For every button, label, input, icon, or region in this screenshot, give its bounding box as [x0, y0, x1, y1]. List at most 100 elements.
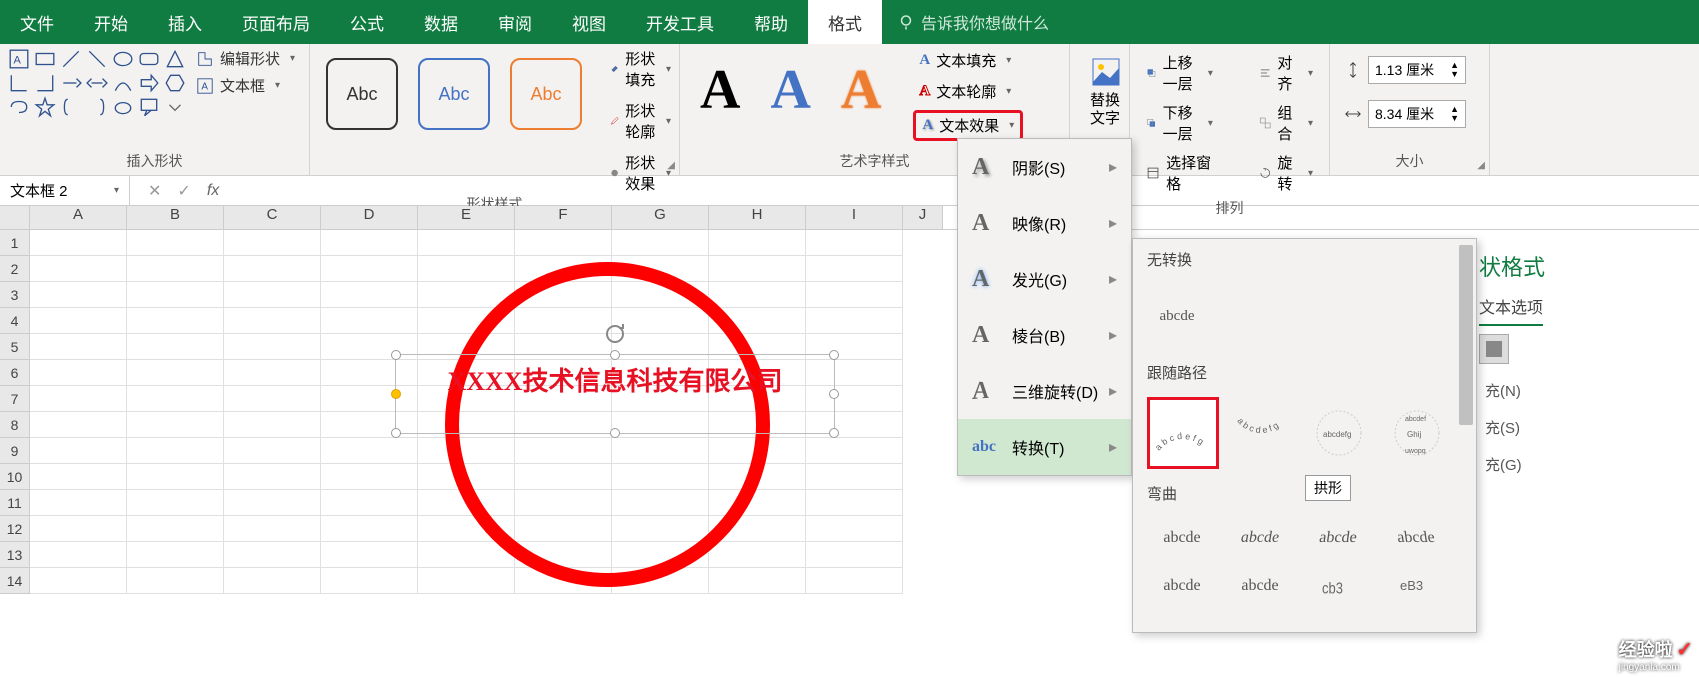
warp-item[interactable]: abcde — [1147, 518, 1217, 558]
row-header[interactable]: 13 — [0, 542, 30, 568]
shape-brace2-icon[interactable] — [86, 96, 108, 118]
shape-brace-icon[interactable] — [60, 96, 82, 118]
shape-callout-icon[interactable] — [138, 96, 160, 118]
alt-text-button[interactable]: 替换文字 — [1078, 48, 1134, 136]
shadow-menu-item[interactable]: A阴影(S) ▸ — [958, 139, 1131, 195]
text-fill-button[interactable]: A 文本填充▾ — [913, 48, 1023, 73]
tell-me-search[interactable]: 告诉我你想做什么 — [882, 0, 1064, 44]
style-thumb-2[interactable]: Abc — [418, 58, 490, 130]
col-header[interactable]: C — [224, 206, 321, 229]
gradient-fill-option[interactable]: 充(G) — [1479, 446, 1699, 483]
warp-item[interactable]: eB3 — [1381, 566, 1451, 606]
textbox-object[interactable]: XXXX技术信息科技有限公司 — [395, 354, 835, 434]
col-header[interactable]: E — [418, 206, 515, 229]
glow-menu-item[interactable]: A发光(G) ▸ — [958, 251, 1131, 307]
shape-block-arrow-icon[interactable] — [138, 72, 160, 94]
shape-fill-button[interactable]: 形状填充▾ — [610, 48, 671, 90]
shape-darrow-icon[interactable] — [86, 72, 108, 94]
rotation3d-menu-item[interactable]: A三维旋转(D) ▸ — [958, 363, 1131, 419]
row-header[interactable]: 14 — [0, 568, 30, 594]
name-box[interactable]: 文本框 2 ▾ — [0, 176, 130, 205]
path-circle-item[interactable]: abcdefg — [1303, 397, 1375, 469]
warp-item[interactable]: cb3 — [1303, 566, 1373, 606]
row-header[interactable]: 9 — [0, 438, 30, 464]
col-header[interactable]: F — [515, 206, 612, 229]
warp-item[interactable]: abcde — [1225, 566, 1295, 606]
row-header[interactable]: 11 — [0, 490, 30, 516]
wordart-thumb-1[interactable]: A — [700, 58, 740, 122]
warp-item[interactable]: abcde — [1225, 518, 1295, 558]
shape-cloud-icon[interactable] — [112, 96, 134, 118]
row-header[interactable]: 10 — [0, 464, 30, 490]
resize-handle[interactable] — [610, 428, 620, 438]
row-header[interactable]: 1 — [0, 230, 30, 256]
shape-style-gallery[interactable]: Abc Abc Abc — [318, 48, 590, 140]
tab-data[interactable]: 数据 — [404, 0, 478, 44]
shape-hex-icon[interactable] — [164, 72, 186, 94]
wordart-gallery[interactable]: A A A — [688, 48, 893, 132]
tab-view[interactable]: 视图 — [552, 0, 626, 44]
cancel-formula-icon[interactable]: ✕ — [148, 181, 161, 201]
resize-handle[interactable] — [829, 389, 839, 399]
tab-review[interactable]: 审阅 — [478, 0, 552, 44]
style-thumb-3[interactable]: Abc — [510, 58, 582, 130]
select-all-corner[interactable] — [0, 206, 30, 229]
no-transform-item[interactable]: abcde — [1147, 286, 1207, 346]
height-input[interactable]: 1.13 厘米▲▼ — [1368, 56, 1466, 84]
dialog-launcher-icon[interactable]: ◢ — [667, 160, 675, 171]
shape-curve-icon[interactable] — [112, 72, 134, 94]
transform-menu-item[interactable]: abc转换(T) ▸ — [958, 419, 1131, 475]
reflection-menu-item[interactable]: A映像(R) ▸ — [958, 195, 1131, 251]
adjust-handle[interactable] — [391, 389, 401, 399]
shape-arrow-icon[interactable] — [60, 72, 82, 94]
tab-formulas[interactable]: 公式 — [330, 0, 404, 44]
row-header[interactable]: 6 — [0, 360, 30, 386]
shape-rect-icon[interactable] — [34, 48, 56, 70]
row-header[interactable]: 7 — [0, 386, 30, 412]
bring-forward-button[interactable]: 上移一层▾ — [1146, 52, 1213, 94]
tab-home[interactable]: 开始 — [74, 0, 148, 44]
shape-oval-icon[interactable] — [112, 48, 134, 70]
col-header[interactable]: J — [903, 206, 943, 229]
text-effects-button[interactable]: A 文本效果▾ — [913, 110, 1023, 141]
rotate-button[interactable]: 旋转▾ — [1259, 152, 1313, 194]
shapes-gallery[interactable]: A — [8, 48, 186, 118]
tab-format[interactable]: 格式 — [808, 0, 882, 44]
no-fill-option[interactable]: 充(N) — [1479, 372, 1699, 409]
warp-item[interactable]: abcde — [1300, 518, 1376, 558]
format-pane-tab[interactable]: 文本选项 — [1479, 288, 1543, 326]
shape-triangle-icon[interactable] — [164, 48, 186, 70]
text-box-button[interactable]: A 文本框 ▾ — [196, 75, 295, 96]
shape-outline-button[interactable]: 形状轮廓▾ — [610, 100, 671, 142]
path-button-item[interactable]: abcdefGhijuwopq — [1381, 397, 1453, 469]
rotate-handle-icon[interactable] — [604, 323, 626, 350]
tab-help[interactable]: 帮助 — [734, 0, 808, 44]
resize-handle[interactable] — [391, 428, 401, 438]
warp-item[interactable]: abcde — [1378, 518, 1454, 558]
warp-item[interactable]: abcde — [1147, 566, 1217, 606]
resize-handle[interactable] — [829, 350, 839, 360]
solid-fill-option[interactable]: 充(S) — [1479, 409, 1699, 446]
resize-handle[interactable] — [391, 350, 401, 360]
resize-handle[interactable] — [610, 350, 620, 360]
row-header[interactable]: 2 — [0, 256, 30, 282]
wordart-thumb-3[interactable]: A — [841, 58, 881, 122]
path-arch-up-item[interactable]: a b c d e f g — [1147, 397, 1219, 469]
shape-textbox-icon[interactable]: A — [8, 48, 30, 70]
selection-pane-button[interactable]: 选择窗格 — [1146, 152, 1213, 194]
row-header[interactable]: 8 — [0, 412, 30, 438]
row-header[interactable]: 3 — [0, 282, 30, 308]
shape-effects-button[interactable]: 形状效果▾ — [610, 152, 671, 194]
col-header[interactable]: A — [30, 206, 127, 229]
confirm-formula-icon[interactable]: ✓ — [177, 181, 190, 201]
tab-page-layout[interactable]: 页面布局 — [222, 0, 330, 44]
path-arch-down-item[interactable]: a b c d e f g — [1225, 397, 1297, 469]
shape-line2-icon[interactable] — [86, 48, 108, 70]
row-header[interactable]: 5 — [0, 334, 30, 360]
shape-line-icon[interactable] — [60, 48, 82, 70]
shape-flow1-icon[interactable] — [8, 96, 30, 118]
group-button[interactable]: 组合▾ — [1259, 102, 1313, 144]
fx-icon[interactable]: fx — [207, 182, 219, 200]
shape-lconn-icon[interactable] — [8, 72, 30, 94]
col-header[interactable]: G — [612, 206, 709, 229]
